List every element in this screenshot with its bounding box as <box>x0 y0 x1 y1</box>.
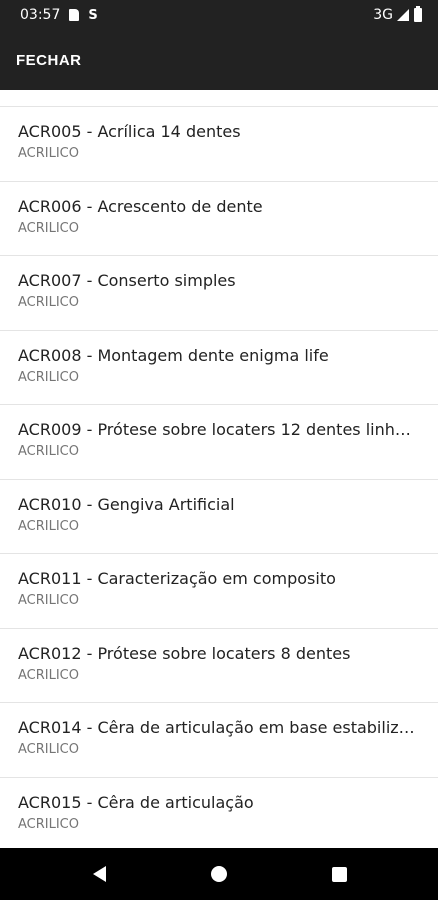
recents-icon <box>331 866 347 882</box>
item-title: ACR008 - Montagem dente enigma life <box>18 345 329 365</box>
sd-card-icon <box>69 9 80 21</box>
list-item[interactable]: ACR008 - Montagem dente enigma life ACRIL… <box>0 329 438 405</box>
status-time: 03:57 <box>20 7 61 23</box>
network-type: 3G <box>373 7 393 23</box>
item-list[interactable]: ACR005 - Acrílica 14 dentes ACRILICO ACR00… <box>0 90 438 848</box>
list-item[interactable]: ACR006 - Acrescento de dente ACRILICO <box>0 180 438 256</box>
back-button[interactable] <box>79 854 119 894</box>
item-title: ACR015 - Cêra de articulação <box>18 792 254 812</box>
item-category: ACRILICO <box>18 742 79 757</box>
item-title: ACR006 - Acrescento de dente <box>18 196 263 216</box>
item-category: ACRILICO <box>18 518 79 534</box>
list-item[interactable]: ACR015 - Cêra de articulação ACRILICO <box>0 776 438 849</box>
item-title: ACR011 - Caracterização em composito <box>18 569 336 588</box>
item-category: ACRILICO <box>18 146 79 161</box>
app-bar: FECHAR <box>0 30 438 90</box>
list-item[interactable]: ACR012 - Prótese sobre locaters 8 dentes… <box>0 627 438 703</box>
list-item[interactable]: ACR014 - Cêra de articulação em base est… <box>0 702 438 777</box>
signal-icon <box>397 9 409 21</box>
item-category: ACRILICO <box>18 444 79 459</box>
item-title: ACR005 - Acrílica 14 dentes <box>18 122 241 141</box>
item-category: ACRILICO <box>18 816 79 832</box>
list-item[interactable]: ACR011 - Caracterização em composito ACRI… <box>0 553 438 628</box>
item-category: ACRILICO <box>18 220 79 236</box>
list-item[interactable]: ACR007 - Conserto simples ACRILICO <box>0 255 438 330</box>
list-item[interactable]: ACR009 - Prótese sobre locaters 12 dente… <box>0 404 438 479</box>
list-item[interactable]: ACR010 - Gengiva Artificial ACRILICO <box>0 478 438 554</box>
close-button[interactable]: FECHAR <box>16 52 82 69</box>
recents-button[interactable] <box>319 854 359 894</box>
item-title: ACR009 - Prótese sobre locaters 12 dente… <box>18 420 420 439</box>
battery-icon <box>414 6 422 22</box>
item-category: ACRILICO <box>18 667 79 683</box>
status-bar: 03:57 S 3G <box>0 0 438 30</box>
item-title: ACR010 - Gengiva Artificial <box>18 494 235 514</box>
item-title: ACR007 - Conserto simples <box>18 271 236 290</box>
item-category: ACRILICO <box>18 295 79 310</box>
status-right-group: 3G <box>373 6 422 23</box>
item-category: ACRILICO <box>18 593 79 608</box>
s-notification-icon: S <box>88 7 98 23</box>
item-title: ACR014 - Cêra de articulação em base est… <box>18 718 420 737</box>
back-icon <box>92 866 106 882</box>
home-icon <box>211 866 227 882</box>
item-category: ACRILICO <box>18 369 79 385</box>
navigation-bar <box>0 848 438 900</box>
list-item[interactable]: ACR005 - Acrílica 14 dentes ACRILICO <box>0 106 438 181</box>
home-button[interactable] <box>199 854 239 894</box>
item-title: ACR012 - Prótese sobre locaters 8 dentes <box>18 643 351 663</box>
